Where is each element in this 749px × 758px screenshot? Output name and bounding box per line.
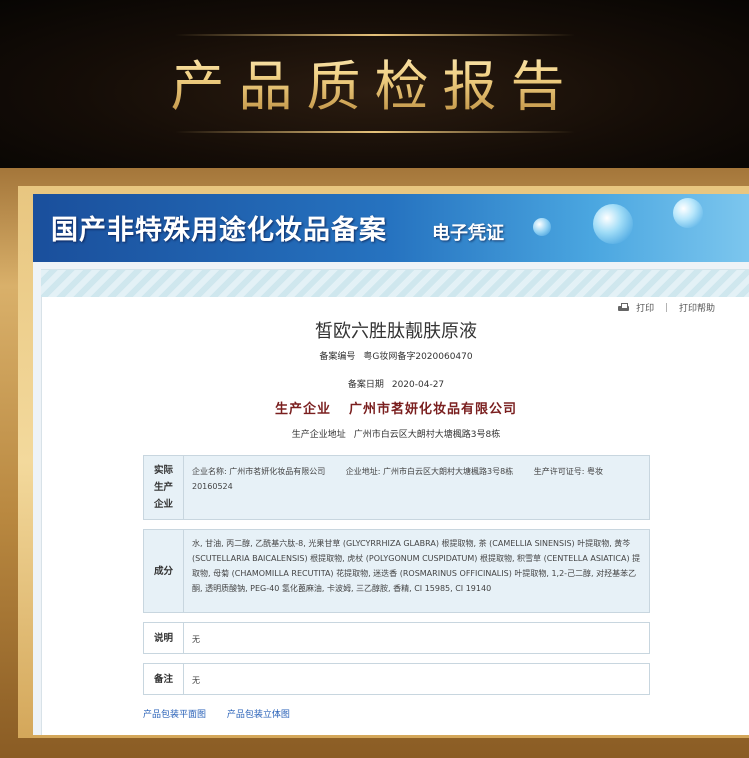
page-title: 产品质检报告 xyxy=(0,42,749,121)
print-button[interactable]: 打印 xyxy=(636,301,654,314)
company-address: 企业地址: 广州市白云区大朗村大塘楓路3号8栋 xyxy=(345,467,514,476)
actual-manufacturer-label-text: 实际生产企业 xyxy=(153,465,173,510)
record-date-value: 2020-04-27 xyxy=(391,380,445,390)
package-3d-image-link[interactable]: 产品包装立体图 xyxy=(227,710,290,720)
manufacturer-label: 生产企业 xyxy=(274,402,331,417)
certificate-screenshot: 国产非特殊用途化妆品备案 电子凭证 打印 | 打印帮助 皙欧六胜肽靓肤原液 备案… xyxy=(33,194,749,735)
print-toolbar: 打印 | 打印帮助 xyxy=(618,301,715,314)
ingredients-value: 水, 甘油, 丙二醇, 乙酰基六肽-8, 光果甘草 (GLYCYRRHIZA G… xyxy=(192,539,641,593)
company-name: 企业名称: 广州市茗妍化妆品有限公司 xyxy=(192,467,326,476)
molecule-decoration-icon xyxy=(673,198,703,228)
header-title: 国产非特殊用途化妆品备案 xyxy=(51,215,387,246)
print-help-link[interactable]: 打印帮助 xyxy=(679,301,715,314)
record-number-label: 备案编号 xyxy=(319,352,356,362)
printer-icon[interactable] xyxy=(618,303,630,312)
certificate-content: 打印 | 打印帮助 皙欧六胜肽靓肤原液 备案编号 粤G妆网备字2020060470… xyxy=(41,297,749,735)
wave-decoration xyxy=(41,269,749,297)
top-banner: 产品质检报告 xyxy=(0,0,749,168)
manufacturer-line: 生产企业 广州市茗妍化妆品有限公司 xyxy=(42,398,749,417)
gold-divider-top xyxy=(175,34,575,36)
address-label: 生产企业地址 xyxy=(291,430,346,440)
molecule-decoration-icon xyxy=(593,204,633,244)
actual-manufacturer-label: 实际生产企业 xyxy=(144,456,184,519)
address-value: 广州市白云区大朗村大塘楓路3号8栋 xyxy=(353,430,501,440)
toolbar-separator: | xyxy=(665,302,669,313)
molecule-decoration-icon xyxy=(533,218,551,236)
record-date-label: 备案日期 xyxy=(347,380,384,390)
ingredients-box: 成分 水, 甘油, 丙二醇, 乙酰基六肽-8, 光果甘草 (GLYCYRRHIZ… xyxy=(143,529,650,613)
remark-value: 无 xyxy=(192,676,200,685)
certificate-header: 国产非特殊用途化妆品备案 电子凭证 xyxy=(33,194,749,262)
record-number-line: 备案编号 粤G妆网备字2020060470 xyxy=(42,349,749,362)
remark-box: 备注 无 xyxy=(143,663,650,695)
note-label: 说明 xyxy=(144,623,184,653)
note-box: 说明 无 xyxy=(143,622,650,654)
record-date-line: 备案日期 2020-04-27 xyxy=(42,377,749,390)
ingredients-label: 成分 xyxy=(144,530,184,612)
manufacturer-value: 广州市茗妍化妆品有限公司 xyxy=(349,402,518,417)
address-line: 生产企业地址 广州市白云区大朗村大塘楓路3号8栋 xyxy=(42,427,749,440)
actual-manufacturer-value: 企业名称: 广州市茗妍化妆品有限公司 企业地址: 广州市白云区大朗村大塘楓路3号… xyxy=(192,464,643,494)
package-image-links: 产品包装平面图 产品包装立体图 xyxy=(143,707,308,720)
note-value: 无 xyxy=(192,635,200,644)
record-number-value: 粤G妆网备字2020060470 xyxy=(363,352,473,362)
remark-label: 备注 xyxy=(144,664,184,694)
gold-divider-bottom xyxy=(175,131,575,133)
actual-manufacturer-box: 实际生产企业 企业名称: 广州市茗妍化妆品有限公司 企业地址: 广州市白云区大朗… xyxy=(143,455,650,520)
header-subtitle: 电子凭证 xyxy=(432,223,504,244)
package-flat-image-link[interactable]: 产品包装平面图 xyxy=(143,710,206,720)
product-name: 皙欧六胜肽靓肤原液 xyxy=(315,321,477,342)
